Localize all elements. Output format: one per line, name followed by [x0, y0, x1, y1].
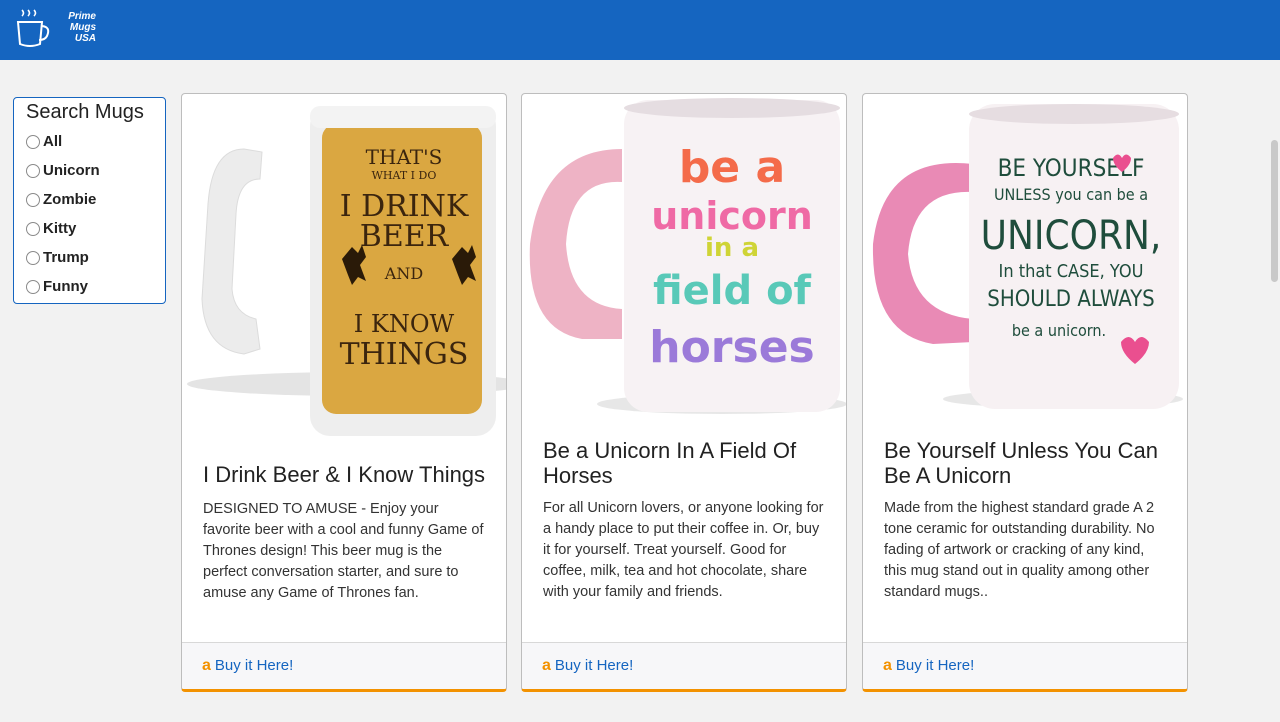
radio-button[interactable] [26, 250, 40, 265]
brand-logo[interactable]: Prime Mugs USA [14, 8, 104, 50]
mug-text-line: AND [384, 264, 423, 283]
mug-text-line: in a [705, 233, 759, 263]
product-card: BE YOURSELF UNLESS you can be a UNICORN,… [862, 93, 1188, 692]
radio-label: Funny [43, 278, 88, 295]
radio-label: Trump [43, 249, 89, 266]
page-scrollbar[interactable] [1268, 60, 1280, 722]
radio-option-zombie[interactable]: Zombie [26, 185, 165, 214]
mug-text-line: I KNOW [354, 310, 455, 338]
brand-line-1: Prime [68, 11, 96, 22]
radio-option-unicorn[interactable]: Unicorn [26, 156, 165, 185]
radio-label: Zombie [43, 191, 97, 208]
mug-text-line: UNLESS you can be a [994, 185, 1148, 204]
product-description: Made from the highest standard grade A 2… [884, 500, 1155, 600]
buy-link[interactable]: Buy it Here! [555, 657, 633, 674]
radio-label: All [43, 133, 63, 150]
mug-text-line: unicorn [651, 194, 813, 238]
mug-text-line: In that CASE, YOU [999, 261, 1144, 282]
product-card: be a unicorn in a field of horses Be a U… [521, 93, 847, 692]
radio-button[interactable] [26, 134, 40, 149]
card-footer: a Buy it Here! [863, 642, 1187, 689]
mug-text-line: SHOULD ALWAYS [987, 287, 1154, 312]
product-description: For all Unicorn lovers, or anyone lookin… [543, 500, 824, 600]
amazon-icon: a [202, 657, 211, 674]
product-description: DESIGNED TO AMUSE - Enjoy your favorite … [203, 501, 484, 601]
product-card: THAT'S WHAT I DO I DRINK BEER AND I KNOW… [181, 93, 507, 692]
product-image-be-yourself-mug[interactable]: BE YOURSELF UNLESS you can be a UNICORN,… [863, 94, 1187, 439]
product-image-beer-mug[interactable]: THAT'S WHAT I DO I DRINK BEER AND I KNOW… [182, 94, 506, 439]
radio-button[interactable] [26, 163, 40, 178]
product-title: Be Yourself Unless You Can Be A Unicorn [884, 438, 1158, 488]
radio-label: Unicorn [43, 162, 100, 179]
amazon-icon: a [542, 657, 551, 674]
scrollbar-thumb[interactable] [1271, 140, 1278, 282]
radio-label: Kitty [43, 220, 77, 237]
card-footer: a Buy it Here! [182, 642, 506, 689]
radio-button[interactable] [26, 279, 40, 294]
mug-text-line: field of [653, 268, 812, 314]
mug-text-line: THAT'S [366, 145, 443, 169]
mug-text-line: WHAT I DO [372, 169, 437, 182]
radio-option-trump[interactable]: Trump [26, 243, 165, 272]
brand-name: Prime Mugs USA [52, 11, 96, 44]
product-title: I Drink Beer & I Know Things [203, 462, 486, 487]
radio-option-all[interactable]: All [26, 127, 165, 156]
search-panel: Search Mugs All Unicorn Zombie Kitty Tru… [13, 97, 166, 304]
mug-text-line: UNICORN, [981, 213, 1162, 259]
mug-text-line: horses [649, 322, 814, 373]
mug-text-line: be a [679, 142, 785, 193]
mug-text-line: be a unicorn. [1012, 321, 1106, 340]
mug-text-line: THINGS [340, 337, 469, 372]
brand-line-3: USA [74, 33, 96, 44]
product-title: Be a Unicorn In A Field Of Horses [543, 438, 797, 488]
product-image-unicorn-mug[interactable]: be a unicorn in a field of horses [522, 94, 846, 439]
brand-line-2: Mugs [69, 22, 96, 33]
radio-option-funny[interactable]: Funny [26, 272, 165, 301]
search-title: Search Mugs [26, 101, 144, 123]
card-footer: a Buy it Here! [522, 642, 846, 689]
radio-button[interactable] [26, 192, 40, 207]
buy-link[interactable]: Buy it Here! [896, 657, 974, 674]
coffee-cup-icon [16, 9, 50, 47]
radio-option-kitty[interactable]: Kitty [26, 214, 165, 243]
buy-link[interactable]: Buy it Here! [215, 657, 293, 674]
radio-button[interactable] [26, 221, 40, 236]
mug-text-line: BEER [360, 219, 450, 254]
amazon-icon: a [883, 657, 892, 674]
top-navbar: Prime Mugs USA [0, 0, 1280, 60]
